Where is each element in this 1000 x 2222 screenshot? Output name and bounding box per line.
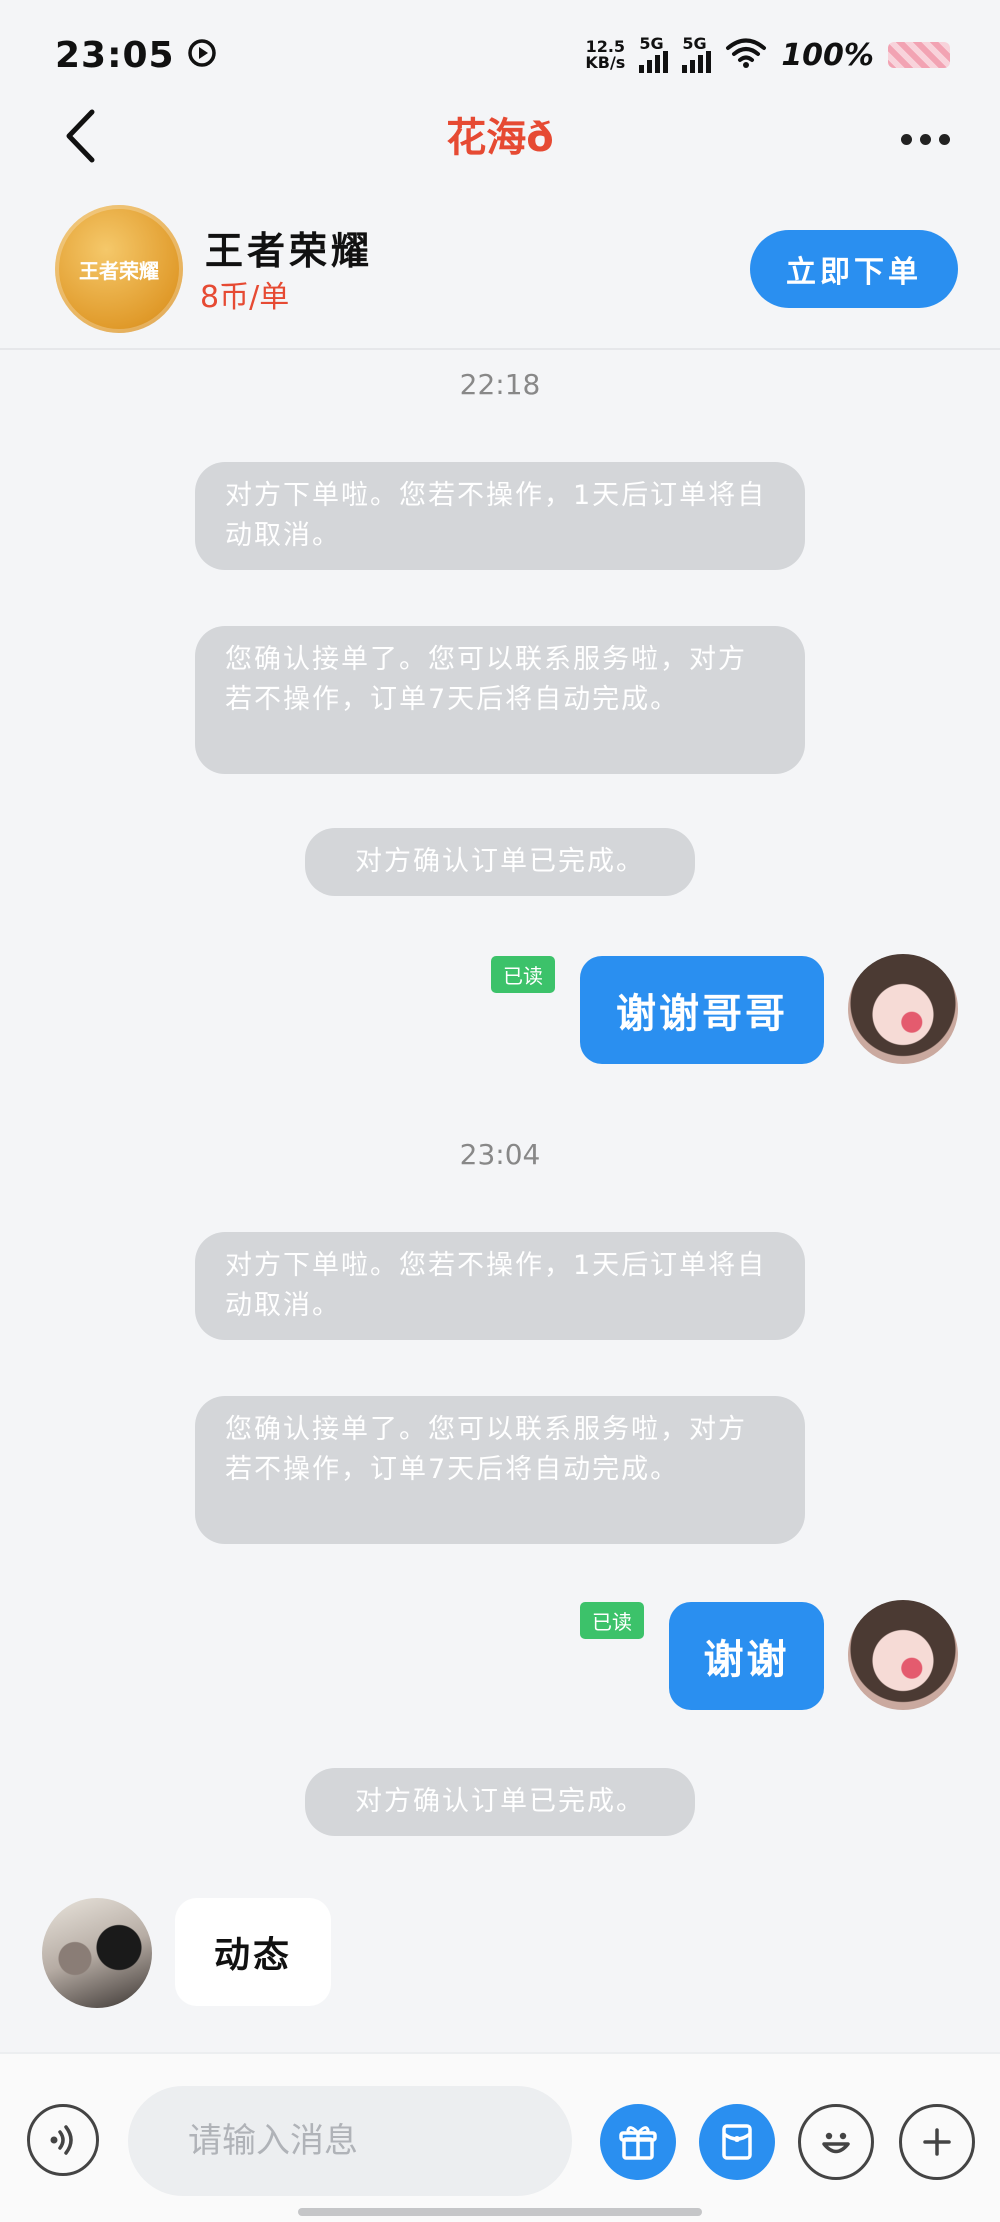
system-message: 对方下单啦。您若不操作，1天后订单将自动取消。: [195, 462, 805, 570]
system-message: 对方确认订单已完成。: [305, 1768, 695, 1836]
emoji-button[interactable]: [798, 2104, 874, 2180]
game-price: 8币/单: [200, 280, 290, 315]
more-options-button[interactable]: [890, 109, 960, 169]
status-bar: 23:05 12.5 KB/s 5G 5G 100%: [0, 0, 1000, 110]
net-speed: 12.5 KB/s: [585, 39, 625, 71]
battery-icon: [888, 42, 950, 68]
status-left: 23:05: [55, 35, 217, 76]
red-packet-icon: [722, 2124, 752, 2160]
order-now-button[interactable]: 立即下单: [750, 230, 958, 308]
net-speed-unit: KB/s: [585, 53, 626, 72]
play-icon: [187, 38, 217, 72]
game-logo: 王者荣耀: [55, 205, 183, 333]
my-avatar[interactable]: [848, 954, 958, 1064]
message-input-bar: [0, 2052, 1000, 2222]
chat-header: 花海ð: [0, 95, 1000, 190]
dot-icon: [938, 133, 950, 145]
contact-avatar[interactable]: [42, 1898, 152, 2008]
voice-icon: [50, 2125, 73, 2155]
plus-icon: [923, 2128, 951, 2156]
outgoing-message[interactable]: 谢谢哥哥: [580, 956, 824, 1064]
dot-icon: [900, 133, 912, 145]
system-message: 您确认接单了。您可以联系服务啦，对方若不操作，订单7天后将自动完成。: [195, 1396, 805, 1544]
battery-percent: 100%: [781, 37, 874, 73]
emoji-icon: [822, 2132, 850, 2154]
game-service-card: 王者荣耀 王者荣耀 8币/单 立即下单: [0, 190, 1000, 350]
incoming-message[interactable]: 动态: [175, 1898, 331, 2006]
read-badge: 已读: [580, 1602, 644, 1639]
voice-button[interactable]: [27, 2104, 99, 2176]
status-right: 12.5 KB/s 5G 5G 100%: [585, 34, 950, 73]
signal-bars-icon: [682, 51, 712, 73]
signal-1: 5G: [639, 34, 669, 73]
wifi-icon: [725, 37, 767, 73]
chat-message-list: 22:18 对方下单啦。您若不操作，1天后订单将自动取消。 您确认接单了。您可以…: [0, 350, 1000, 2050]
game-logo-text: 王者荣耀: [79, 258, 159, 283]
system-message: 对方下单啦。您若不操作，1天后订单将自动取消。: [195, 1232, 805, 1340]
message-input[interactable]: [128, 2086, 572, 2196]
red-packet-button[interactable]: [699, 2104, 775, 2180]
home-indicator[interactable]: [298, 2208, 702, 2216]
read-badge: 已读: [491, 956, 555, 993]
signal-bars-icon: [639, 51, 669, 73]
system-message: 您确认接单了。您可以联系服务啦，对方若不操作，订单7天后将自动完成。: [195, 626, 805, 774]
timestamp: 23:04: [459, 1138, 541, 1171]
timestamp: 22:18: [459, 368, 541, 401]
page-title: 花海ð: [446, 115, 554, 161]
outgoing-message[interactable]: 谢谢: [669, 1602, 824, 1710]
signal-1-label: 5G: [639, 34, 664, 53]
clock: 23:05: [55, 34, 175, 76]
my-avatar[interactable]: [848, 1600, 958, 1710]
gift-button[interactable]: [600, 2104, 676, 2180]
gift-icon: [619, 2126, 657, 2160]
dot-icon: [919, 133, 931, 145]
game-name: 王者荣耀: [205, 229, 374, 273]
system-message: 对方确认订单已完成。: [305, 828, 695, 896]
plus-button[interactable]: [899, 2104, 975, 2180]
chat-screen: 23:05 12.5 KB/s 5G 5G 100% 花海ð 王者荣耀 王者荣耀…: [0, 0, 1000, 2222]
signal-2-label: 5G: [682, 34, 707, 53]
signal-2: 5G: [682, 34, 712, 73]
